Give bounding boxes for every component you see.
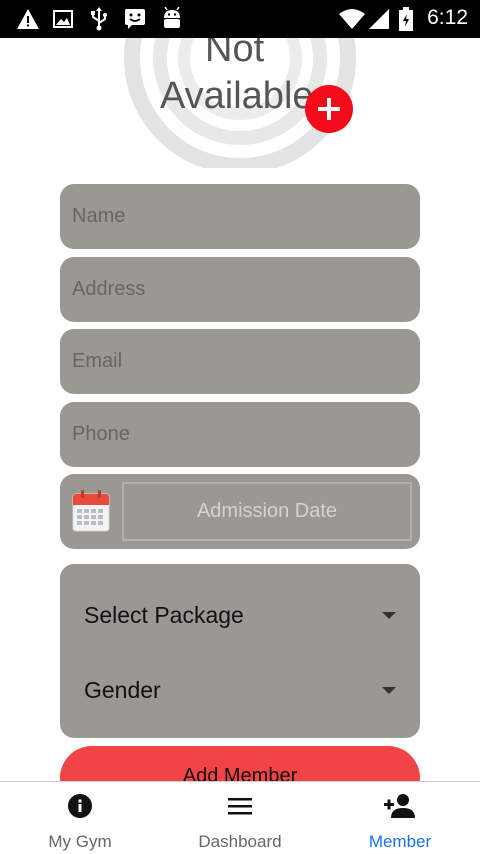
- name-field[interactable]: [60, 184, 420, 249]
- available-text: Available: [160, 75, 314, 117]
- phone-field[interactable]: [60, 402, 420, 467]
- email-field[interactable]: [60, 329, 420, 394]
- warning-icon: [16, 7, 40, 31]
- nav-item-my-gym[interactable]: My Gym: [0, 782, 160, 854]
- admission-date-input[interactable]: Admission Date: [122, 482, 412, 541]
- status-bar: 6:12: [0, 0, 480, 38]
- nav-item-member[interactable]: Member: [320, 782, 480, 854]
- admission-date-field: Admission Date: [60, 474, 420, 549]
- address-input[interactable]: [60, 257, 420, 322]
- package-select[interactable]: Select Package: [84, 595, 400, 635]
- add-photo-button[interactable]: [305, 85, 353, 133]
- image-icon: [53, 7, 73, 31]
- gender-select-text: Gender: [84, 676, 161, 703]
- android-icon: [161, 7, 183, 31]
- add-person-icon: [384, 794, 415, 818]
- email-input[interactable]: [60, 329, 420, 394]
- not-available-text: Not: [205, 38, 265, 70]
- nav-label-member: Member: [368, 832, 432, 851]
- chat-icon: [124, 7, 146, 31]
- nav-label-my-gym: My Gym: [48, 832, 112, 851]
- menu-icon: [228, 798, 252, 815]
- calendar-icon[interactable]: [72, 490, 110, 532]
- chevron-down-icon: [382, 686, 396, 694]
- bottom-navigation: My Gym Dashboard Member: [0, 781, 480, 854]
- app-screen: 6:12 Not Available Name Address Email Ph…: [0, 0, 480, 854]
- chevron-down-icon: [382, 611, 396, 619]
- nav-label-dashboard: Dashboard: [198, 832, 282, 851]
- member-photo-area: Not Available: [0, 38, 480, 168]
- battery-icon: [398, 7, 414, 31]
- gender-select[interactable]: Gender: [84, 670, 400, 710]
- wifi-icon: [338, 7, 366, 31]
- name-input[interactable]: [60, 184, 420, 249]
- info-icon: [68, 794, 92, 818]
- phone-input[interactable]: [60, 402, 420, 467]
- selection-card: Select Package Gender: [60, 564, 420, 738]
- package-select-text: Select Package: [84, 601, 244, 628]
- address-field[interactable]: [60, 257, 420, 322]
- nav-item-dashboard[interactable]: Dashboard: [160, 782, 320, 854]
- status-time: 6:12: [427, 6, 468, 29]
- usb-icon: [89, 7, 109, 31]
- signal-icon: [368, 7, 390, 31]
- plus-icon: [318, 98, 340, 120]
